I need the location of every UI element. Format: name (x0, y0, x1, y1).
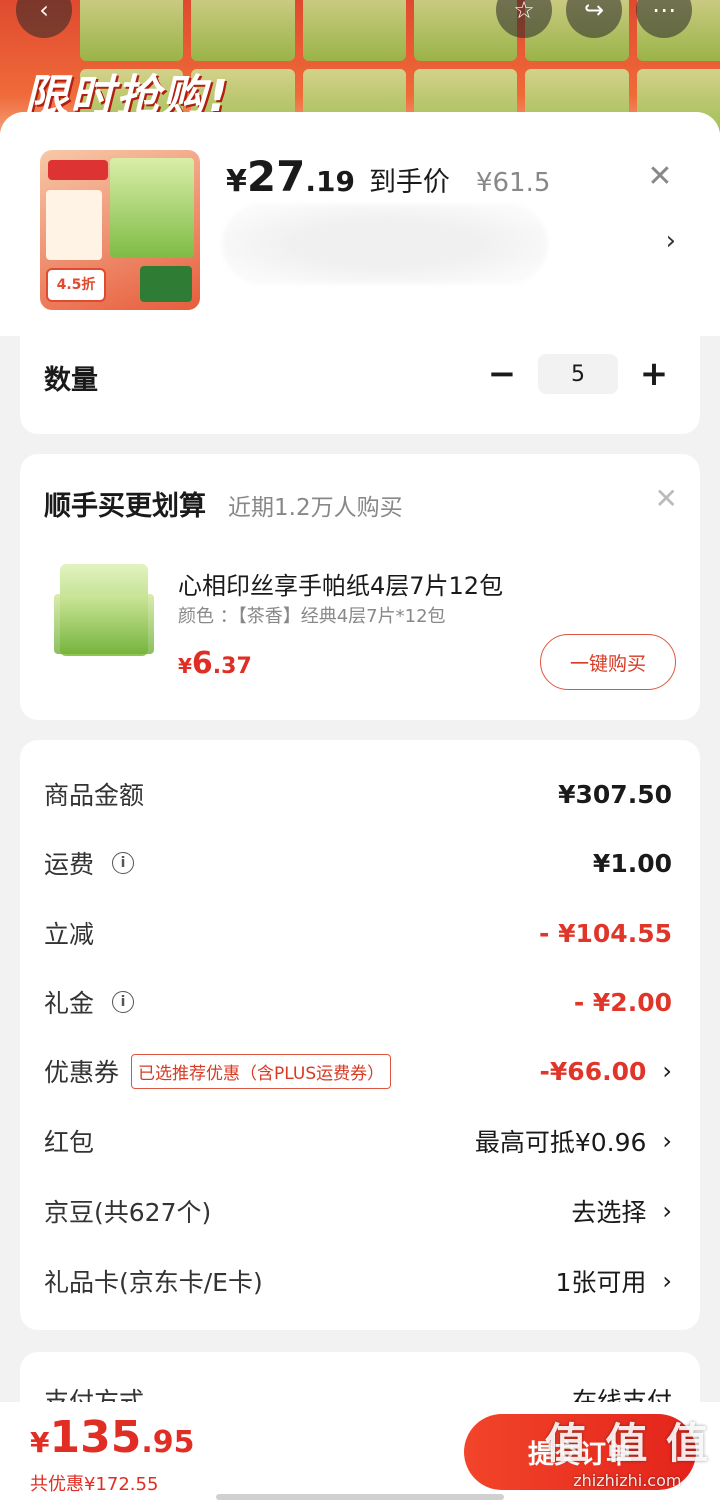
goods-amount-value: ¥307.50 (558, 779, 672, 809)
back-icon[interactable]: ‹ (16, 0, 72, 38)
chevron-right-icon: › (662, 1057, 672, 1085)
decrease-button[interactable]: − (484, 354, 520, 394)
shipping-label: 运费 (44, 850, 95, 879)
goods-amount-label: 商品金额 (44, 781, 145, 810)
red-packet-row[interactable]: 红包 最高可抵¥0.96 › (44, 1121, 672, 1161)
quantity-stepper: − 5 + (484, 354, 672, 394)
total-integer: 135 (49, 1412, 142, 1463)
one-click-buy-button[interactable]: 一键购买 (540, 634, 676, 690)
quantity-card: 数量 − 5 + (20, 336, 700, 434)
shipping-row: 运费 i ¥1.00 (44, 843, 672, 883)
price-integer: 27 (246, 152, 306, 201)
chevron-right-icon: › (662, 1267, 672, 1295)
info-icon[interactable]: i (112, 852, 135, 874)
price-row: ¥ 27 .19 到手价 ¥61.5 (226, 152, 550, 201)
addon-price-integer: 6 (191, 646, 213, 681)
blurred-product-info[interactable] (222, 204, 548, 284)
gift-money-row: 礼金 i - ¥2.00 (44, 982, 672, 1022)
addon-price-currency: ¥ (178, 654, 192, 678)
instant-discount-row: 立减 - ¥104.55 (44, 913, 672, 953)
addon-product-spec: 颜色 ：【茶香】经典4层7片*12包 (178, 606, 446, 627)
product-header: 4.5折 ¥ 27 .19 到手价 ¥61.5 ✕ › (0, 112, 720, 336)
checkout-bar: ¥ 135 .95 共优惠¥172.55 提交订单 值 值 值 zhizhizh… (0, 1402, 720, 1500)
price-label: 到手价 (368, 167, 450, 198)
addon-price: ¥ 6 .37 (178, 646, 252, 681)
watermark-logo: 值 值 值 (544, 1419, 710, 1468)
currency-symbol: ¥ (226, 164, 247, 199)
quantity-label: 数量 (44, 365, 98, 396)
original-price: ¥61.5 (475, 168, 551, 198)
gift-card-row[interactable]: 礼品卡(京东卡/E卡) 1张可用 › (44, 1261, 672, 1301)
coupon-tag: 已选推荐优惠（含PLUS运费券） (131, 1053, 392, 1089)
gift-card-label: 礼品卡(京东卡/E卡) (44, 1268, 263, 1297)
addon-product-name[interactable]: 心相印丝享手帕纸4层7片12包 (178, 566, 503, 601)
total-currency: ¥ (30, 1426, 50, 1459)
jd-beans-row[interactable]: 京豆(共627个) 去选择 › (44, 1191, 672, 1231)
addon-close-icon[interactable]: ✕ (655, 482, 678, 515)
addon-price-decimal: .37 (212, 654, 252, 679)
instant-discount-value: - ¥104.55 (539, 918, 672, 948)
addon-title: 顺手买更划算 (44, 491, 206, 522)
coupon-value: -¥66.00 (539, 1056, 647, 1086)
gift-card-value: 1张可用 (555, 1268, 647, 1297)
total-decimal: .95 (141, 1425, 195, 1460)
price-decimal: .19 (305, 165, 355, 198)
watermark: 值 值 值 zhizhizhi.com (545, 1410, 710, 1490)
product-thumbnail[interactable]: 4.5折 (40, 150, 200, 310)
chevron-right-icon[interactable]: › (666, 226, 676, 256)
gift-money-value: - ¥2.00 (573, 987, 672, 1017)
gift-money-label: 礼金 (44, 989, 95, 1018)
red-packet-value: 最高可抵¥0.96 (474, 1128, 647, 1157)
chevron-right-icon: › (662, 1197, 672, 1225)
total-savings: 共优惠¥172.55 (30, 1474, 159, 1495)
coupon-row[interactable]: 优惠券 已选推荐优惠（含PLUS运费券） -¥66.00 › (44, 1051, 672, 1091)
addon-card: 顺手买更划算 近期1.2万人购买 ✕ 心相印丝享手帕纸4层7片12包 颜色 ：【… (20, 454, 700, 720)
home-indicator[interactable] (216, 1494, 504, 1500)
addon-product-image[interactable] (54, 564, 154, 656)
watermark-text: zhizhizhi.com (573, 1471, 682, 1490)
increase-button[interactable]: + (636, 354, 672, 394)
total-price: ¥ 135 .95 (30, 1412, 195, 1463)
addon-subtitle: 近期1.2万人购买 (228, 495, 403, 521)
shipping-value: ¥1.00 (592, 848, 672, 878)
order-summary-card: 商品金额 ¥307.50 运费 i ¥1.00 立减 - ¥104.55 礼金 i … (20, 740, 700, 1330)
order-sheet: 4.5折 ¥ 27 .19 到手价 ¥61.5 ✕ › 数量 − 5 + 顺手买… (0, 112, 720, 1500)
instant-discount-label: 立减 (44, 920, 95, 949)
jd-beans-value: 去选择 (571, 1198, 647, 1227)
red-packet-label: 红包 (44, 1128, 95, 1157)
close-icon[interactable]: ✕ (640, 156, 680, 196)
coupon-label: 优惠券 (44, 1058, 120, 1087)
info-icon[interactable]: i (112, 991, 135, 1013)
goods-amount-row: 商品金额 ¥307.50 (44, 774, 672, 814)
jd-beans-label: 京豆(共627个) (44, 1198, 212, 1227)
quantity-input[interactable]: 5 (538, 354, 618, 394)
discount-badge: 4.5折 (46, 268, 106, 302)
chevron-right-icon: › (662, 1127, 672, 1155)
